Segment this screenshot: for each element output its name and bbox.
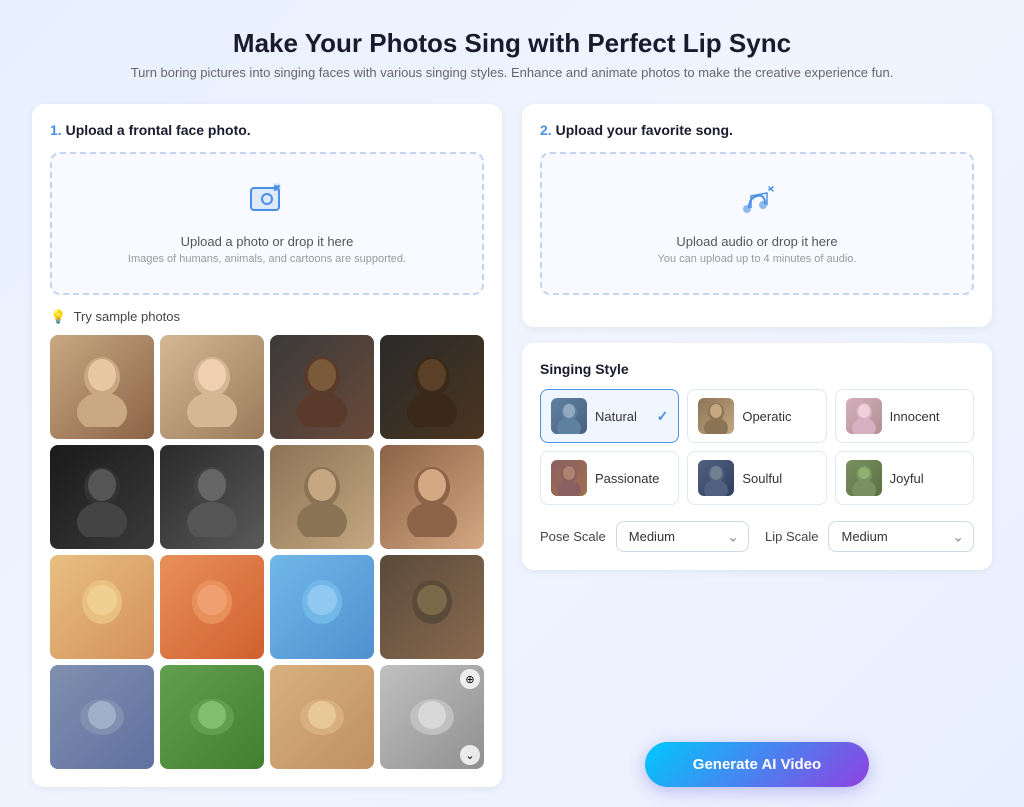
pose-scale-select[interactable]: Low Medium High	[616, 521, 749, 552]
sample-photo-4[interactable]	[380, 335, 484, 439]
style-label-innocent: Innocent	[890, 409, 963, 424]
page-title: Make Your Photos Sing with Perfect Lip S…	[32, 28, 992, 59]
pose-scale-label: Pose Scale	[540, 529, 606, 544]
audio-upload-panel: 2. Upload your favorite song. Upload au	[522, 104, 992, 327]
generate-section: Generate AI Video	[522, 726, 992, 787]
sample-photo-9[interactable]	[50, 555, 154, 659]
step-1-number: 1.	[50, 122, 62, 138]
style-item-joyful[interactable]: Joyful	[835, 451, 974, 505]
step-1-label: Upload a frontal face photo.	[66, 122, 251, 138]
style-avatar-joyful	[846, 460, 882, 496]
right-panel: 2. Upload your favorite song. Upload au	[522, 104, 992, 787]
singing-style-section: Singing Style Natural ✓	[522, 343, 992, 570]
style-label-natural: Natural	[595, 409, 649, 424]
sample-photo-3[interactable]	[270, 335, 374, 439]
style-item-natural[interactable]: Natural ✓	[540, 389, 679, 443]
style-item-innocent[interactable]: Innocent	[835, 389, 974, 443]
sample-photo-5[interactable]	[50, 445, 154, 549]
sample-photo-7[interactable]	[270, 445, 374, 549]
audio-upload-subtext: You can upload up to 4 minutes of audio.	[562, 253, 952, 265]
left-panel: 1. Upload a frontal face photo. Upload	[32, 104, 502, 787]
style-avatar-soulful	[698, 460, 734, 496]
style-avatar-operatic	[698, 398, 734, 434]
style-label-soulful: Soulful	[742, 471, 815, 486]
left-panel-title: 1. Upload a frontal face photo.	[50, 122, 484, 138]
page-header: Make Your Photos Sing with Perfect Lip S…	[32, 28, 992, 80]
sample-photo-12[interactable]	[380, 555, 484, 659]
photo-upload-icon	[72, 182, 462, 226]
style-item-passionate[interactable]: Passionate	[540, 451, 679, 505]
scroll-down-icon[interactable]: ⌄	[460, 745, 480, 765]
sample-photo-11[interactable]	[270, 555, 374, 659]
sample-photo-6[interactable]	[160, 445, 264, 549]
sample-photo-10[interactable]	[160, 555, 264, 659]
style-avatar-passionate	[551, 460, 587, 496]
sample-photo-8[interactable]	[380, 445, 484, 549]
pose-scale-group: Pose Scale Low Medium High	[540, 521, 749, 552]
audio-upload-box[interactable]: Upload audio or drop it here You can upl…	[540, 152, 974, 295]
pose-scale-select-wrapper: Low Medium High	[616, 521, 749, 552]
lip-scale-label: Lip Scale	[765, 529, 818, 544]
style-grid: Natural ✓ Operatic	[540, 389, 974, 505]
singing-style-title: Singing Style	[540, 361, 974, 377]
page-subtitle: Turn boring pictures into singing faces …	[32, 65, 992, 80]
photo-upload-box[interactable]: Upload a photo or drop it here Images of…	[50, 152, 484, 295]
sample-photo-15[interactable]	[270, 665, 374, 769]
sample-photos-grid: ⊕ ⌄	[50, 335, 484, 769]
style-label-operatic: Operatic	[742, 409, 815, 424]
step-2-label: Upload your favorite song.	[556, 122, 733, 138]
lip-scale-select-wrapper: Low Medium High	[828, 521, 974, 552]
sample-photo-16[interactable]: ⊕ ⌄	[380, 665, 484, 769]
right-panel-title: 2. Upload your favorite song.	[540, 122, 974, 138]
style-label-joyful: Joyful	[890, 471, 963, 486]
sample-photo-13[interactable]	[50, 665, 154, 769]
check-icon-natural: ✓	[657, 408, 669, 425]
style-item-operatic[interactable]: Operatic	[687, 389, 826, 443]
style-item-soulful[interactable]: Soulful	[687, 451, 826, 505]
scroll-up-icon[interactable]: ⊕	[460, 669, 480, 689]
step-2-number: 2.	[540, 122, 552, 138]
photo-upload-subtext: Images of humans, animals, and cartoons …	[72, 253, 462, 265]
style-label-passionate: Passionate	[595, 471, 668, 486]
style-avatar-natural	[551, 398, 587, 434]
lip-scale-select[interactable]: Low Medium High	[828, 521, 974, 552]
sample-photo-1[interactable]	[50, 335, 154, 439]
sample-photo-14[interactable]	[160, 665, 264, 769]
generate-ai-video-button[interactable]: Generate AI Video	[645, 742, 869, 787]
style-avatar-innocent	[846, 398, 882, 434]
photo-upload-text: Upload a photo or drop it here	[72, 234, 462, 249]
lip-scale-group: Lip Scale Low Medium High	[765, 521, 974, 552]
audio-upload-text: Upload audio or drop it here	[562, 234, 952, 249]
sample-photos-title: 💡 Try sample photos	[50, 309, 484, 325]
audio-upload-icon	[562, 182, 952, 226]
bulb-icon: 💡	[50, 309, 66, 324]
sample-photo-2[interactable]	[160, 335, 264, 439]
scale-section: Pose Scale Low Medium High Lip Scale	[540, 521, 974, 552]
